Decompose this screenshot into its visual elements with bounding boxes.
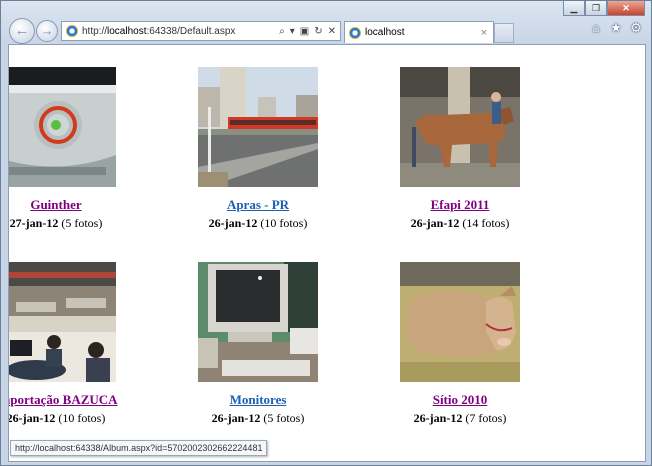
- album-meta: 26-jan-12 (10 fotos): [8, 411, 106, 425]
- album-title-link[interactable]: Guinther: [9, 197, 156, 213]
- album-meta: 26-jan-12 (14 fotos): [410, 216, 510, 230]
- album-card: Importação BAZUCA 26-jan-12 (10 fotos): [8, 262, 156, 426]
- album-title-link[interactable]: Apras - PR: [158, 197, 358, 213]
- address-tools: ⌕ ▾ ▣ ↻ ✕: [279, 26, 340, 37]
- ie-page-icon: [66, 25, 78, 37]
- gear-icon[interactable]: ⚙: [629, 21, 643, 35]
- address-bar[interactable]: http://localhost:64338/Default.aspx ⌕ ▾ …: [61, 21, 341, 41]
- back-arrow-icon: ←: [14, 22, 30, 39]
- album-thumbnail[interactable]: [8, 67, 116, 187]
- album-meta: 26-jan-12 (7 fotos): [413, 411, 507, 425]
- stop-icon[interactable]: ✕: [328, 26, 336, 37]
- album-title-link[interactable]: Importação BAZUCA: [9, 392, 156, 408]
- favorites-star-icon[interactable]: ★: [609, 21, 623, 35]
- new-tab-button[interactable]: [494, 23, 514, 43]
- album-card: Monitores 26-jan-12 (5 fotos): [158, 262, 358, 426]
- window-caption-buttons: ▁ ❐ ✕: [563, 1, 645, 16]
- album-card: Guinther 27-jan-12 (5 fotos): [8, 67, 156, 231]
- refresh-icon[interactable]: ↻: [314, 26, 322, 37]
- album-thumbnail[interactable]: [198, 67, 318, 187]
- maximize-button[interactable]: ❐: [585, 1, 607, 16]
- album-meta: 26-jan-12 (10 fotos): [208, 216, 308, 230]
- album-card: Apras - PR 26-jan-12 (10 fotos): [158, 67, 358, 231]
- search-icon[interactable]: ⌕: [279, 26, 285, 37]
- album-meta: 26-jan-12 (5 fotos): [211, 411, 305, 425]
- forward-arrow-icon: →: [40, 23, 54, 38]
- album-card: Sítio 2010 26-jan-12 (7 fotos): [360, 262, 560, 426]
- toolbar-icons: ⌂ ★ ⚙: [589, 21, 643, 35]
- album-thumbnail[interactable]: [400, 262, 520, 382]
- album-thumbnail[interactable]: [8, 262, 116, 382]
- tab-title: localhost: [365, 27, 405, 38]
- album-title-link[interactable]: Sítio 2010: [360, 392, 560, 408]
- minimize-button[interactable]: ▁: [563, 1, 585, 16]
- page-content: Guinther 27-jan-12 (5 fotos) Apras - PR …: [8, 44, 646, 462]
- close-window-button[interactable]: ✕: [607, 1, 645, 16]
- tab-page-icon: [349, 26, 361, 39]
- status-url-tooltip: http://localhost:64338/Album.aspx?id=570…: [10, 440, 268, 456]
- album-title-link[interactable]: Efapi 2011: [360, 197, 560, 213]
- album-thumbnail[interactable]: [400, 67, 520, 187]
- album-thumbnail[interactable]: [198, 262, 318, 382]
- home-icon[interactable]: ⌂: [589, 21, 603, 35]
- browser-window: ▁ ❐ ✕ ← → http://localhost:64338/Default…: [0, 0, 652, 466]
- back-button[interactable]: ←: [9, 18, 35, 44]
- dropdown-icon[interactable]: ▾: [290, 26, 295, 37]
- album-title-link[interactable]: Monitores: [158, 392, 358, 408]
- album-card: Efapi 2011 26-jan-12 (14 fotos): [360, 67, 560, 231]
- tab-localhost[interactable]: localhost ×: [344, 21, 494, 43]
- compatibility-icon[interactable]: ▣: [300, 26, 309, 37]
- album-meta: 27-jan-12 (5 fotos): [9, 216, 103, 230]
- address-url[interactable]: http://localhost:64338/Default.aspx: [82, 26, 279, 37]
- tab-close-icon[interactable]: ×: [481, 27, 487, 39]
- forward-button[interactable]: →: [36, 20, 58, 42]
